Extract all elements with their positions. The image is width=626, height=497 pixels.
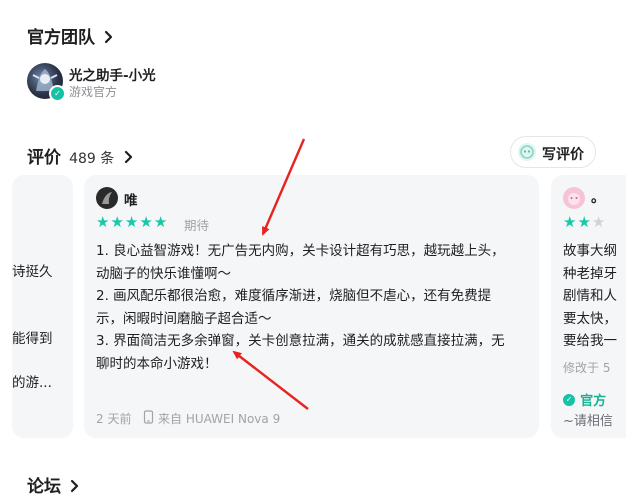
annotation-arrows — [232, 138, 309, 410]
annotation-arrow-2 — [232, 350, 309, 410]
annotation-arrow-1 — [261, 138, 306, 236]
